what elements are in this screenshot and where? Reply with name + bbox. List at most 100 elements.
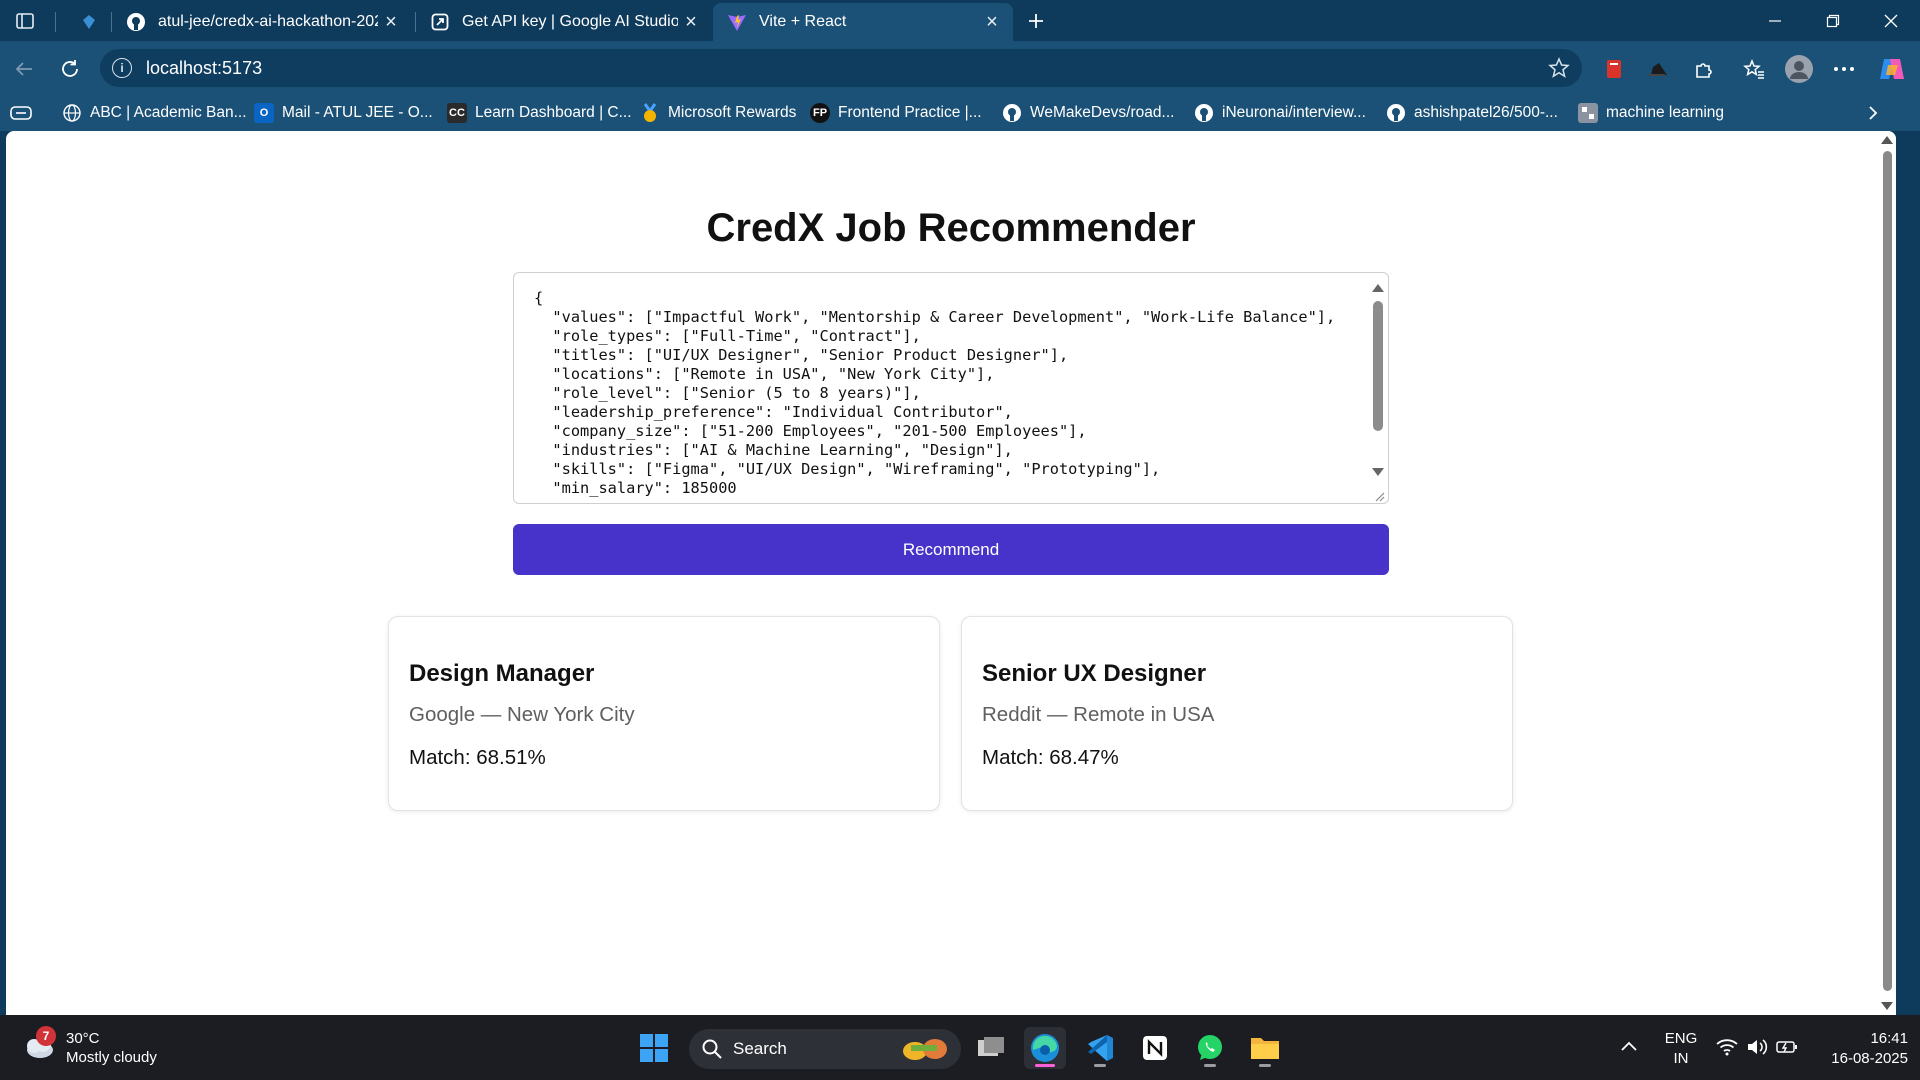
rewards-medal-icon [640,103,660,123]
minimize-icon[interactable] [1746,0,1804,41]
profile-json-text[interactable]: { "values": ["Impactful Work", "Mentorsh… [534,289,1354,501]
chevron-right-icon[interactable] [1866,101,1880,125]
weather-temperature: 30°C [66,1030,100,1047]
site-info-icon[interactable]: i [112,58,132,78]
taskbar-search[interactable]: Search [689,1029,961,1069]
bookmark-item[interactable]: Microsoft Rewards [640,101,796,125]
bookmark-label: ABC | Academic Ban... [90,104,247,121]
github-icon [1386,103,1406,123]
tab-actions-icon[interactable] [11,8,39,34]
tab-vite-react[interactable]: Vite + React × [713,3,1013,41]
notion-icon[interactable] [1134,1027,1176,1069]
job-company-location: Google — New York City [409,703,635,726]
address-bar[interactable]: i localhost:5173 [100,49,1582,87]
scroll-up-icon[interactable] [1372,284,1384,292]
favorites-icon[interactable] [1738,53,1770,85]
bookmark-item[interactable]: WeMakeDevs/road... [1002,101,1174,125]
file-explorer-icon[interactable] [1244,1027,1286,1069]
volume-icon[interactable] [1746,1038,1768,1061]
bookmark-item[interactable]: FP Frontend Practice |... [810,101,982,125]
tab-separator [55,12,56,32]
scroll-thumb[interactable] [1883,151,1892,991]
scroll-up-icon[interactable] [1881,136,1893,144]
bookmark-label: Mail - ATUL JEE - O... [282,104,433,121]
bookmark-label: iNeuronai/interview... [1222,104,1366,121]
avatar[interactable] [1783,53,1815,85]
tab-title: Vite + React [759,13,847,30]
running-indicator [1035,1064,1055,1067]
clock[interactable]: 16:41 16-08-2025 [1812,1029,1908,1069]
region-code: IN [1673,1050,1689,1067]
bookmark-item[interactable]: ashishpatel26/500-... [1386,101,1558,125]
battery-icon[interactable] [1776,1039,1798,1060]
close-icon[interactable]: × [678,9,704,35]
bookmark-item[interactable]: ABC | Academic Ban... [62,101,247,125]
job-match-score: Match: 68.47% [982,746,1119,769]
page-scrollbar[interactable] [1878,131,1896,1015]
job-card: Senior UX Designer Reddit — Remote in US… [961,616,1513,811]
vscode-icon[interactable] [1079,1027,1121,1069]
extension-hat-icon[interactable] [1641,53,1673,85]
scroll-thumb[interactable] [1373,301,1383,431]
outlook-icon: O [254,103,274,123]
start-button[interactable] [633,1027,675,1069]
bookmark-label: ashishpatel26/500-... [1414,104,1558,121]
github-icon [1194,103,1214,123]
new-tab-icon[interactable] [1022,8,1050,34]
job-title: Senior UX Designer [982,660,1207,687]
weather-widget[interactable]: 7 30°C Mostly cloudy [20,1026,157,1067]
recommend-button[interactable]: Recommend [513,524,1389,575]
task-view-icon[interactable] [970,1027,1012,1069]
textarea-scrollbar[interactable] [1370,275,1386,487]
refresh-icon[interactable] [54,53,86,85]
search-highlight-icon [897,1033,953,1070]
tab-pinned-game[interactable] [66,3,110,41]
close-window-icon[interactable] [1862,0,1920,41]
bookmark-item[interactable]: iNeuronai/interview... [1194,101,1366,125]
address-url[interactable]: localhost:5173 [146,58,262,79]
copilot-icon[interactable] [1876,53,1908,85]
extension-red-icon[interactable] [1598,53,1630,85]
windows-taskbar: 7 30°C Mostly cloudy Search ENG IN 16:41… [0,1015,1920,1080]
extensions-puzzle-icon[interactable] [1688,53,1720,85]
tab-github-repo[interactable]: atul-jee/credx-ai-hackathon-2025 × [112,3,412,41]
close-icon[interactable]: × [979,9,1005,35]
job-match-score: Match: 68.51% [409,746,546,769]
restore-icon[interactable] [1804,0,1862,41]
fp-icon: FP [810,103,830,123]
bookmark-label: Microsoft Rewards [668,104,797,121]
more-menu-icon[interactable] [1828,53,1860,85]
back-icon[interactable] [8,53,40,85]
tab-title: atul-jee/credx-ai-hackathon-2025 [158,13,378,30]
sidebar-toggle-icon[interactable] [10,101,32,125]
ml-folder-icon [1578,103,1598,123]
scroll-down-icon[interactable] [1881,1002,1893,1010]
bookmark-item[interactable]: CC Learn Dashboard | C... [447,101,632,125]
edge-browser-icon[interactable] [1024,1027,1066,1069]
browser-tab-strip: atul-jee/credx-ai-hackathon-2025 × Get A… [0,0,1920,41]
language-indicator[interactable]: ENG IN [1664,1029,1698,1069]
close-icon[interactable]: × [378,9,404,35]
cc-icon: CC [447,103,467,123]
edge-game-icon [80,12,98,32]
show-hidden-icons-icon[interactable] [1620,1039,1638,1057]
clock-time: 16:41 [1870,1030,1908,1047]
tab-title: Get API key | Google AI Studio [462,13,678,30]
cloud-icon: 7 [20,1026,56,1066]
bookmark-item[interactable]: machine learning [1578,101,1724,125]
wifi-icon[interactable] [1716,1038,1738,1061]
bookmark-item[interactable]: O Mail - ATUL JEE - O... [254,101,433,125]
favorite-star-icon[interactable] [1548,57,1570,84]
bookmark-label: Learn Dashboard | C... [475,104,632,121]
running-indicator [1259,1064,1271,1067]
scroll-down-icon[interactable] [1372,468,1384,476]
whatsapp-icon[interactable] [1189,1027,1231,1069]
resize-handle-icon[interactable] [1373,489,1385,502]
job-title: Design Manager [409,660,595,687]
search-label: Search [733,1039,787,1058]
ai-studio-icon [430,12,450,32]
github-icon [126,12,146,32]
clock-date: 16-08-2025 [1831,1050,1908,1067]
profile-json-textarea[interactable]: { "values": ["Impactful Work", "Mentorsh… [513,272,1389,504]
tab-ai-studio[interactable]: Get API key | Google AI Studio × [416,3,712,41]
